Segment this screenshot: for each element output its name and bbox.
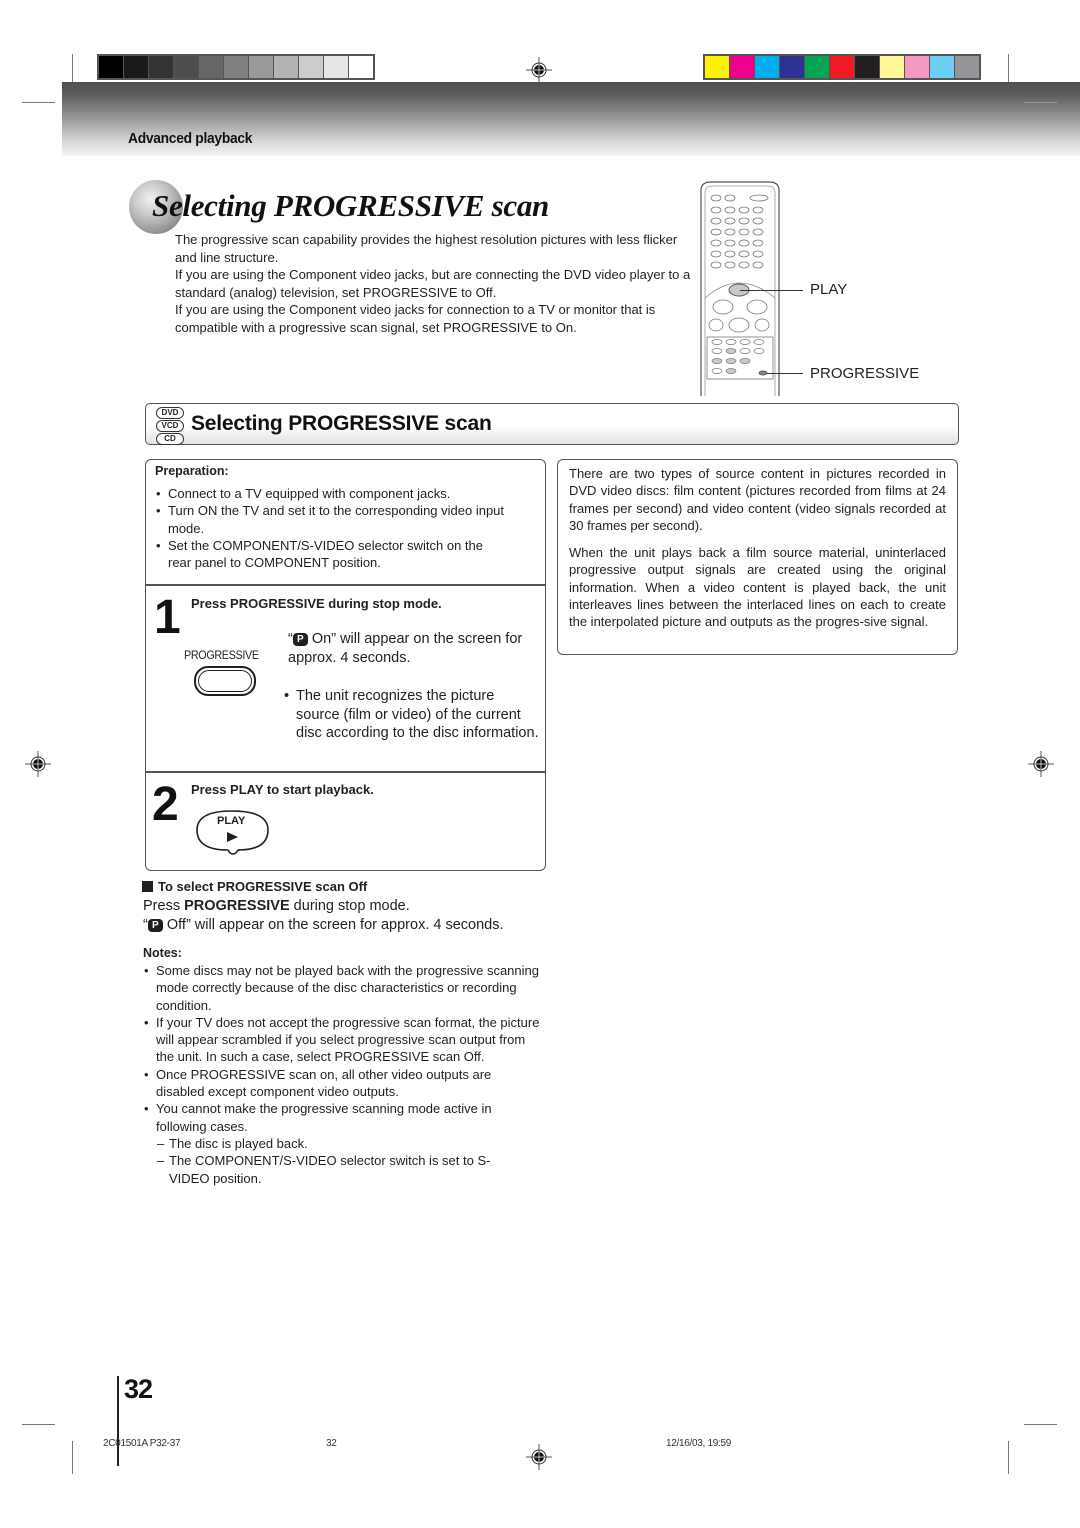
scan-off-heading: To select PROGRESSIVE scan Off [142, 879, 367, 894]
intro-paragraph: If you are using the Component video jac… [175, 267, 691, 300]
step-heading: Press PLAY to start playback. [191, 782, 374, 797]
intro-text: The progressive scan capability provides… [175, 231, 695, 336]
grayscale-swatch [249, 56, 273, 78]
grayscale-swatch [124, 56, 148, 78]
crop-mark [1008, 1441, 1009, 1474]
step-heading: Press PROGRESSIVE during stop mode. [191, 596, 442, 611]
note-subitem: The disc is played back. [143, 1135, 543, 1153]
remote-control-illustration [700, 181, 780, 396]
scan-off-instruction: Press PROGRESSIVE during stop mode. [143, 898, 410, 914]
section-title: Selecting PROGRESSIVE scan [191, 412, 492, 435]
color-swatch [730, 56, 754, 78]
square-bullet-icon [142, 881, 153, 892]
grayscale-swatch [174, 56, 198, 78]
registration-mark-icon [1028, 751, 1054, 777]
step-number: 1 [154, 591, 181, 644]
grayscale-swatch [324, 56, 348, 78]
crop-mark [1024, 102, 1057, 103]
dvd-badge-icon: DVD [156, 407, 184, 419]
progressive-p-icon: P [292, 633, 308, 646]
preparation-title: Preparation: [155, 464, 229, 478]
footer-doc-code: 2C01501A P32-37 [103, 1438, 181, 1449]
grayscale-swatch [274, 56, 298, 78]
note-item: If your TV does not accept the progressi… [143, 1014, 543, 1066]
note-item: You cannot make the progressive scanning… [143, 1100, 543, 1135]
color-swatch [780, 56, 804, 78]
color-swatch [805, 56, 829, 78]
color-swatch [755, 56, 779, 78]
note-subitem: The COMPONENT/S-VIDEO selector switch is… [143, 1152, 509, 1187]
divider [146, 771, 545, 773]
list-item: Set the COMPONENT/S-VIDEO selector switc… [155, 537, 498, 572]
crop-mark [1024, 1424, 1057, 1425]
color-swatch [705, 56, 729, 78]
page-title: Selecting PROGRESSIVE scan [152, 188, 550, 223]
list-item: Turn ON the TV and set it to the corresp… [155, 502, 539, 537]
list-item: The unit recognizes the picture source (… [283, 687, 541, 743]
grayscale-swatch [99, 56, 123, 78]
section-header: DVD VCD CD Selecting PROGRESSIVE scan [145, 403, 959, 445]
grayscale-swatch [224, 56, 248, 78]
play-button-label: PLAY [217, 815, 246, 827]
step-notes: The unit recognizes the picture source (… [283, 687, 541, 743]
progressive-p-icon: P [147, 919, 163, 932]
crop-mark [22, 102, 55, 103]
footer-page: 32 [326, 1438, 337, 1449]
intro-paragraph: If you are using the Component video jac… [175, 302, 656, 335]
info-paragraph: When the unit plays back a film source m… [569, 545, 946, 630]
color-swatch [955, 56, 979, 78]
grayscale-swatch [299, 56, 323, 78]
note-item: Some discs may not be played back with t… [143, 962, 543, 1014]
disc-type-badges: DVD VCD CD [156, 407, 190, 446]
divider [146, 584, 545, 586]
step-message: “P On” will appear on the screen for app… [288, 631, 523, 666]
list-item: Connect to a TV equipped with component … [155, 485, 539, 503]
color-calibration-bar [703, 54, 981, 80]
progressive-callout-label: PROGRESSIVE [810, 365, 920, 382]
note-item: Once PROGRESSIVE scan on, all other vide… [143, 1066, 543, 1101]
crop-mark [72, 1441, 73, 1474]
step-number: 2 [152, 778, 179, 831]
grayscale-swatch [199, 56, 223, 78]
registration-mark-icon [25, 751, 51, 777]
info-paragraph: There are two types of source content in… [569, 466, 946, 533]
intro-paragraph: The progressive scan capability provides… [175, 232, 678, 265]
page-number-rule [117, 1376, 119, 1466]
color-swatch [855, 56, 879, 78]
play-callout-label: PLAY [810, 281, 848, 298]
play-callout-line [740, 290, 803, 291]
progressive-button-icon [194, 666, 256, 696]
notes-title: Notes: [143, 946, 182, 960]
grayscale-swatch [349, 56, 373, 78]
registration-mark-icon [526, 1444, 552, 1470]
color-swatch [830, 56, 854, 78]
progressive-button-label: PROGRESSIVE [184, 648, 259, 662]
notes-list: Some discs may not be played back with t… [143, 962, 543, 1187]
color-swatch [905, 56, 929, 78]
steps-panel: Preparation: Connect to a TV equipped wi… [145, 459, 546, 871]
scan-off-message: “P Off” will appear on the screen for ap… [143, 917, 504, 933]
preparation-list: Connect to a TV equipped with component … [155, 485, 539, 571]
grayscale-calibration-bar [97, 54, 375, 80]
cd-badge-icon: CD [156, 433, 184, 445]
registration-mark-icon [526, 57, 552, 83]
section-label: Advanced playback [128, 130, 253, 147]
color-swatch [930, 56, 954, 78]
progressive-callout-line [767, 373, 803, 374]
info-panel: There are two types of source content in… [557, 459, 958, 655]
vcd-badge-icon: VCD [156, 420, 184, 432]
footer-timestamp: 12/16/03, 19:59 [666, 1438, 732, 1449]
color-swatch [880, 56, 904, 78]
page-number: 32 [124, 1374, 153, 1404]
crop-mark [22, 1424, 55, 1425]
grayscale-swatch [149, 56, 173, 78]
